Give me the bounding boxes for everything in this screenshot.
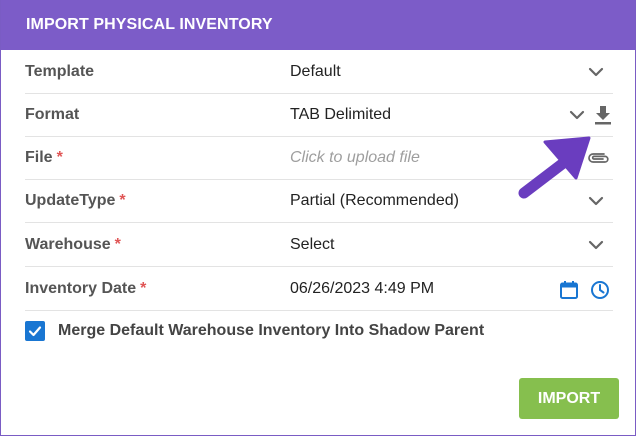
file-label: File * bbox=[25, 149, 63, 166]
chevron-down-icon[interactable] bbox=[587, 63, 605, 81]
file-upload-placeholder[interactable]: Click to upload file bbox=[290, 149, 420, 167]
pointer-arrow bbox=[518, 136, 591, 199]
warehouse-select-value[interactable]: Select bbox=[290, 236, 334, 254]
update-type-select-value[interactable]: Partial (Recommended) bbox=[290, 192, 459, 210]
chevron-down-icon[interactable] bbox=[568, 106, 586, 124]
clock-icon[interactable] bbox=[590, 280, 610, 300]
format-label: Format bbox=[25, 106, 80, 123]
required-mark: * bbox=[114, 236, 121, 253]
required-mark: * bbox=[119, 192, 126, 209]
required-mark: * bbox=[140, 280, 147, 297]
calendar-icon[interactable] bbox=[559, 280, 579, 300]
download-icon[interactable] bbox=[593, 104, 613, 126]
checkmark-icon bbox=[28, 326, 42, 337]
chevron-down-icon[interactable] bbox=[587, 236, 605, 254]
warehouse-label: Warehouse * bbox=[25, 236, 121, 253]
template-row[interactable]: Template Default bbox=[25, 51, 613, 94]
required-mark: * bbox=[56, 149, 63, 166]
template-select-value[interactable]: Default bbox=[290, 63, 341, 81]
dialog-header: IMPORT PHYSICAL INVENTORY bbox=[1, 0, 635, 50]
warehouse-row[interactable]: Warehouse * Select bbox=[25, 224, 613, 267]
inventory-date-label: Inventory Date * bbox=[25, 280, 147, 297]
merge-checkbox[interactable] bbox=[25, 321, 45, 341]
update-type-label: UpdateType * bbox=[25, 192, 126, 209]
format-select-value[interactable]: TAB Delimited bbox=[290, 106, 391, 124]
import-physical-inventory-dialog: IMPORT PHYSICAL INVENTORY Template Defau… bbox=[0, 0, 636, 436]
import-button[interactable]: IMPORT bbox=[519, 378, 619, 419]
merge-default-warehouse-option[interactable]: Merge Default Warehouse Inventory Into S… bbox=[25, 318, 484, 344]
merge-checkbox-label: Merge Default Warehouse Inventory Into S… bbox=[58, 322, 485, 339]
template-label: Template bbox=[25, 63, 95, 80]
inventory-date-row[interactable]: Inventory Date * 06/26/2023 4:49 PM bbox=[25, 268, 613, 311]
inventory-date-value[interactable]: 06/26/2023 4:49 PM bbox=[290, 280, 434, 298]
dialog-title: IMPORT PHYSICAL INVENTORY bbox=[26, 16, 273, 33]
